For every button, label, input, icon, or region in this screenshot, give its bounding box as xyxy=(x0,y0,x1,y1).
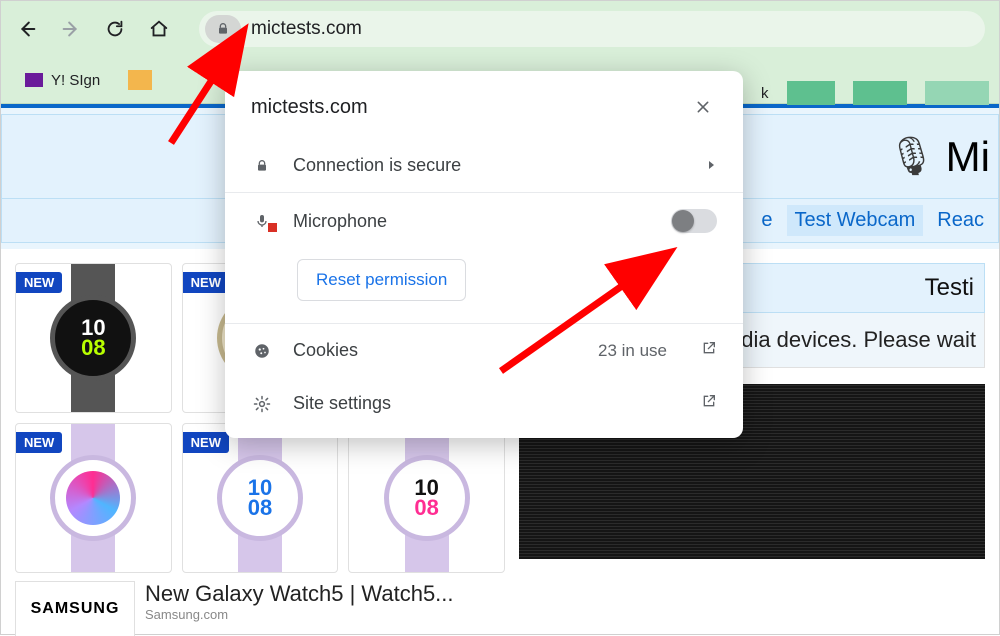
site-info-popover: mictests.com Connection is secure Microp… xyxy=(225,71,743,438)
cookies-count: 23 in use xyxy=(598,341,667,361)
new-badge: NEW xyxy=(183,432,229,453)
tab-fragment[interactable]: e xyxy=(753,205,780,236)
favicon-swatch xyxy=(128,70,152,90)
product-card[interactable]: NEW xyxy=(15,423,172,573)
cookie-icon xyxy=(251,342,273,360)
tab-read[interactable]: Reac xyxy=(929,205,992,236)
bookmark-label: Y! SIgn xyxy=(51,72,100,89)
site-identity-button[interactable] xyxy=(205,15,241,43)
microphone-toggle[interactable] xyxy=(671,209,717,233)
connection-label: Connection is secure xyxy=(293,155,685,176)
reload-icon xyxy=(104,18,126,40)
url-text: mictests.com xyxy=(251,18,362,40)
microphone-icon: 🎙 xyxy=(887,135,935,179)
site-settings-row[interactable]: Site settings xyxy=(225,377,743,430)
favicon-swatch xyxy=(925,81,989,105)
mail-icon xyxy=(25,73,43,87)
microphone-blocked-icon xyxy=(251,212,273,230)
cookies-label: Cookies xyxy=(293,340,578,361)
bookmark-swatch-1[interactable] xyxy=(120,66,160,94)
product-card[interactable]: 1008 xyxy=(348,423,505,573)
home-icon xyxy=(148,18,170,40)
ad-subtitle: Samsung.com xyxy=(145,607,505,622)
close-button[interactable] xyxy=(689,93,717,121)
reload-button[interactable] xyxy=(103,17,127,41)
tab-webcam[interactable]: Test Webcam xyxy=(787,205,924,236)
new-badge: NEW xyxy=(183,272,229,293)
bookmark-yahoo[interactable]: Y! SIgn xyxy=(17,68,108,93)
popover-title: mictests.com xyxy=(251,96,368,119)
home-button[interactable] xyxy=(147,17,171,41)
page-title: 🎙 Mi xyxy=(887,133,990,181)
connection-row[interactable]: Connection is secure xyxy=(225,139,743,192)
bookmark-label-fragment: k xyxy=(761,85,769,102)
favicon-swatch xyxy=(787,81,835,105)
chevron-right-icon xyxy=(705,155,717,176)
arrow-left-icon xyxy=(16,18,38,40)
back-button[interactable] xyxy=(15,17,39,41)
arrow-right-icon xyxy=(60,18,82,40)
new-badge: NEW xyxy=(16,272,62,293)
cookies-row[interactable]: Cookies 23 in use xyxy=(225,324,743,377)
new-badge: NEW xyxy=(16,432,62,453)
close-icon xyxy=(695,99,711,115)
reset-permission-button[interactable]: Reset permission xyxy=(297,259,466,301)
gear-icon xyxy=(251,395,273,413)
address-bar[interactable]: mictests.com xyxy=(199,11,985,47)
ad-title[interactable]: New Galaxy Watch5 | Watch5... xyxy=(145,581,505,607)
open-external-icon xyxy=(701,340,717,361)
microphone-label: Microphone xyxy=(293,211,651,232)
ad-logo: SAMSUNG xyxy=(15,581,135,636)
nav-toolbar: mictests.com xyxy=(1,1,999,57)
product-card[interactable]: NEW 1008 xyxy=(15,263,172,413)
forward-button[interactable] xyxy=(59,17,83,41)
lock-icon xyxy=(215,21,231,37)
ad-footer: SAMSUNG New Galaxy Watch5 | Watch5... Sa… xyxy=(15,581,505,636)
favicon-swatch xyxy=(853,81,907,105)
watch-image: 1008 xyxy=(349,424,504,572)
bookmark-redacted-group: k xyxy=(761,81,989,105)
lock-icon xyxy=(251,158,273,174)
product-card[interactable]: NEW 1008 xyxy=(182,423,339,573)
microphone-row: Microphone xyxy=(225,193,743,249)
open-external-icon xyxy=(701,393,717,414)
site-settings-label: Site settings xyxy=(293,393,681,414)
page-title-text: Mi xyxy=(946,133,990,181)
